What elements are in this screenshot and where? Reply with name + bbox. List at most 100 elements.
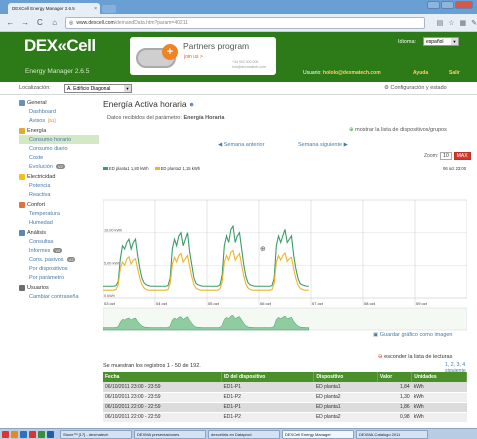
sidebar-item[interactable]: Por parámetro: [19, 273, 99, 282]
sidebar-item[interactable]: Consumo diario: [19, 144, 99, 153]
zoom-label: Zoom:: [424, 153, 439, 159]
dexcell-logo[interactable]: DEX«Cell: [24, 36, 96, 56]
page-menu-icon[interactable]: ▦: [460, 19, 467, 27]
x-tick-label: 08 oct: [364, 301, 376, 306]
sidebar-section[interactable]: Electricidad: [19, 172, 99, 181]
app-icon[interactable]: [38, 430, 45, 438]
sidebar-section[interactable]: Energía: [19, 126, 99, 135]
save-chart-link[interactable]: ▣ Guardar gráfico como imagen: [373, 332, 453, 338]
page-title-text: Energía Activa horaria: [103, 99, 187, 109]
sidebar-item[interactable]: Avisos [51]: [19, 116, 99, 125]
column-header[interactable]: Fecha: [103, 372, 222, 382]
column-header[interactable]: Unidades: [411, 372, 467, 382]
previous-week-link[interactable]: ◀ Semana anterior: [218, 142, 264, 148]
partners-email: info@dexmatech.com: [232, 65, 266, 69]
close-window-button[interactable]: [455, 1, 473, 9]
image-icon: ▣: [373, 332, 379, 338]
sidebar-item[interactable]: Informes V2: [19, 246, 99, 255]
legend-item[interactable]: ED planta1 1,80 kWh: [103, 166, 149, 171]
sidebar-item[interactable]: Dashboard: [19, 107, 99, 116]
sidebar-item[interactable]: Potencia: [19, 181, 99, 190]
maximize-button[interactable]: [441, 1, 454, 9]
sidebar-section[interactable]: General: [19, 98, 99, 107]
column-header[interactable]: Dispositivo: [313, 372, 378, 382]
sidebar-item[interactable]: Por dispositivos: [19, 264, 99, 273]
sidebar-item[interactable]: Consumo horario: [19, 135, 99, 144]
alert-count-badge: [51]: [48, 118, 56, 123]
minimize-button[interactable]: [427, 1, 440, 9]
star-icon[interactable]: ☆: [448, 19, 454, 27]
rss-icon[interactable]: ▤: [437, 19, 444, 27]
info-icon[interactable]: ●: [189, 99, 194, 109]
lightning-icon: [19, 173, 25, 180]
cursor-icon: ⊕: [260, 245, 266, 253]
sidebar-item-label: Potencia: [29, 182, 51, 189]
sidebar-item[interactable]: Coste: [19, 153, 99, 162]
taskbar-item[interactable]: DEXMA presentaciones: [134, 429, 206, 439]
energy-chart[interactable]: 10,00 kWh 5,00 kWh 0 kWh 03 oct 04 oct 05 oct…: [103, 172, 467, 332]
wrench-icon[interactable]: ✎: [471, 19, 477, 27]
table-cell: 1,86: [377, 402, 412, 413]
sidebar-section[interactable]: Usuarios: [19, 283, 99, 292]
location-value: A. Edificio Diagonal: [67, 85, 111, 92]
sidebar-item-label: Por dispositivos: [29, 265, 68, 272]
sidebar-section-title: Análisis: [27, 229, 46, 236]
app-icon[interactable]: [47, 430, 54, 438]
column-header[interactable]: Valor: [377, 372, 413, 382]
sidebar-item-label: Humedad: [29, 219, 53, 226]
gear-icon: ⚙: [384, 85, 389, 91]
taskbar-item[interactable]: DEXCell Energy Manager: [282, 429, 354, 439]
config-link[interactable]: ⚙ Configuración y estado: [384, 85, 447, 91]
user-info: Usuario: hololo@dexmatech.com: [303, 70, 381, 76]
logout-link[interactable]: Salir: [449, 70, 460, 76]
app-icon[interactable]: [11, 430, 18, 438]
back-arrow-icon[interactable]: ←: [6, 18, 15, 27]
column-header[interactable]: ID del dispositivo: [221, 372, 315, 382]
app-icon[interactable]: [29, 430, 36, 438]
show-device-list-link[interactable]: ⊕ mostrar la lista de dispositivos/grupo…: [349, 127, 447, 133]
reload-icon[interactable]: C: [36, 18, 45, 27]
chart-legend: ED planta1 1,80 kWh ED planta2 1,15 kWh: [103, 166, 200, 171]
browser-tab[interactable]: DEXCell Energy Manager 2.6.5 ×: [8, 3, 100, 14]
sidebar-item[interactable]: Evolución V2: [19, 162, 99, 171]
legend-item[interactable]: ED planta2 1,15 kWh: [154, 166, 200, 171]
zoom-max-button[interactable]: MAX: [453, 152, 471, 160]
location-select[interactable]: A. Edificio Diagonal ▼: [64, 84, 132, 93]
start-icon[interactable]: [2, 430, 9, 438]
sidebar-item[interactable]: Cons. pasivos V2: [19, 255, 99, 264]
sidebar-item[interactable]: Cambiar contraseña: [19, 292, 99, 301]
next-week-link[interactable]: Semana siguiente ▶: [298, 142, 348, 148]
previous-week-label: Semana anterior: [223, 142, 265, 148]
plus-icon: +: [162, 44, 178, 60]
partners-join-link[interactable]: join us >: [184, 54, 203, 60]
globe-icon: ◎: [69, 19, 74, 26]
user-email[interactable]: hololo@dexmatech.com: [323, 70, 381, 76]
hide-readings-link[interactable]: ⊖ esconder la lista de lecturas: [378, 354, 452, 360]
taskbar: Stone™ [17] - dexmatech DEXMA presentacio…: [0, 428, 477, 439]
taskbar-item[interactable]: dexcellxls en Dataprod: [208, 429, 280, 439]
taskbar-item[interactable]: DEXMA-Catalogo 2011: [356, 429, 428, 439]
address-bar[interactable]: ◎ www.dexcell.com/demandData.htm?param=4…: [65, 16, 425, 29]
version-badge: V2: [53, 248, 63, 253]
sidebar-item[interactable]: Reactiva: [19, 190, 99, 199]
language-select[interactable]: español ▼: [423, 37, 459, 46]
sidebar-item[interactable]: Temperatura: [19, 209, 99, 218]
hide-readings-label: esconder la lista de lecturas: [384, 354, 453, 360]
new-tab-button[interactable]: [102, 5, 116, 13]
sidebar-section[interactable]: Análisis: [19, 228, 99, 237]
chevron-right-icon: ▶: [343, 142, 348, 148]
energy-icon: [19, 127, 25, 134]
help-link[interactable]: Ayuda: [413, 70, 428, 76]
chart-icon: [19, 229, 25, 236]
forward-arrow-icon[interactable]: →: [21, 18, 30, 27]
sidebar-item[interactable]: Consultas: [19, 237, 99, 246]
sidebar-item[interactable]: Humedad: [19, 218, 99, 227]
taskbar-item[interactable]: Stone™ [17] - dexmatech: [60, 429, 132, 439]
plot-area: [103, 199, 467, 299]
close-tab-icon[interactable]: ×: [94, 6, 97, 12]
home-icon[interactable]: ⌂: [50, 18, 59, 27]
table-cell: 06/10/2011 23:00 - 23:59: [103, 392, 222, 403]
app-icon[interactable]: [20, 430, 27, 438]
zoom-10-button[interactable]: 10: [440, 152, 452, 160]
sidebar-section[interactable]: Confort: [19, 200, 99, 209]
